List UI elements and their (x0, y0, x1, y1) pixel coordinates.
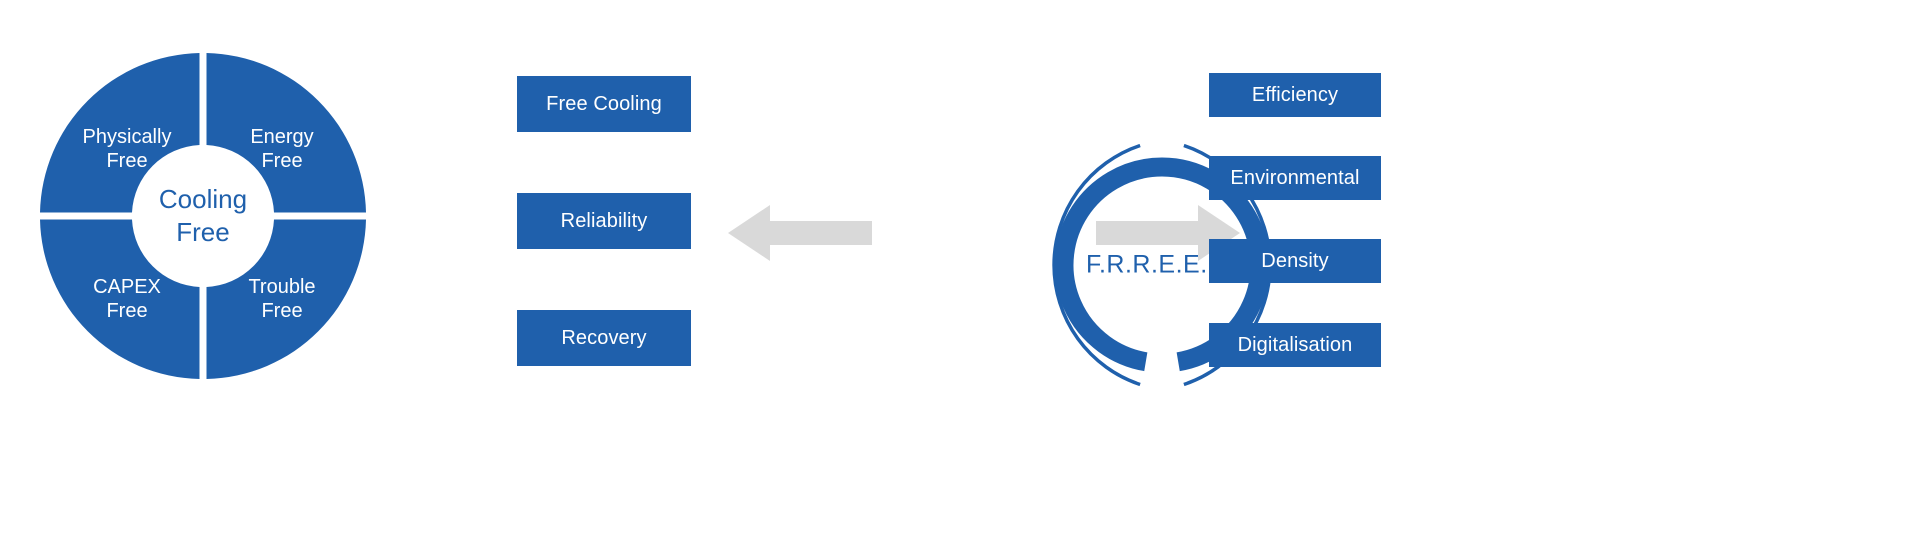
label-box-recovery-text: Recovery (561, 326, 647, 349)
cooling-free-donut-chart: Physically Free Energy Free CAPEX Free T… (40, 53, 366, 379)
label-box-environmental[interactable]: Environmental (1209, 156, 1381, 200)
label-box-digitalisation[interactable]: Digitalisation (1209, 323, 1381, 367)
label-box-reliability-text: Reliability (560, 209, 648, 232)
label-box-digitalisation-text: Digitalisation (1237, 333, 1353, 356)
arrow-left-icon (728, 205, 872, 261)
label-box-efficiency-text: Efficiency (1251, 83, 1339, 106)
donut-center-label: Cooling Free (158, 184, 248, 247)
label-box-density[interactable]: Density (1209, 239, 1381, 283)
label-box-recovery[interactable]: Recovery (517, 310, 691, 366)
label-box-free-cooling[interactable]: Free Cooling (517, 76, 691, 132)
label-box-efficiency[interactable]: Efficiency (1209, 73, 1381, 117)
label-box-density-text: Density (1261, 249, 1329, 272)
label-box-environmental-text: Environmental (1230, 166, 1360, 189)
label-box-free-cooling-text: Free Cooling (546, 92, 662, 115)
diagram-canvas: Physically Free Energy Free CAPEX Free T… (0, 0, 1920, 552)
label-box-reliability[interactable]: Reliability (517, 193, 691, 249)
